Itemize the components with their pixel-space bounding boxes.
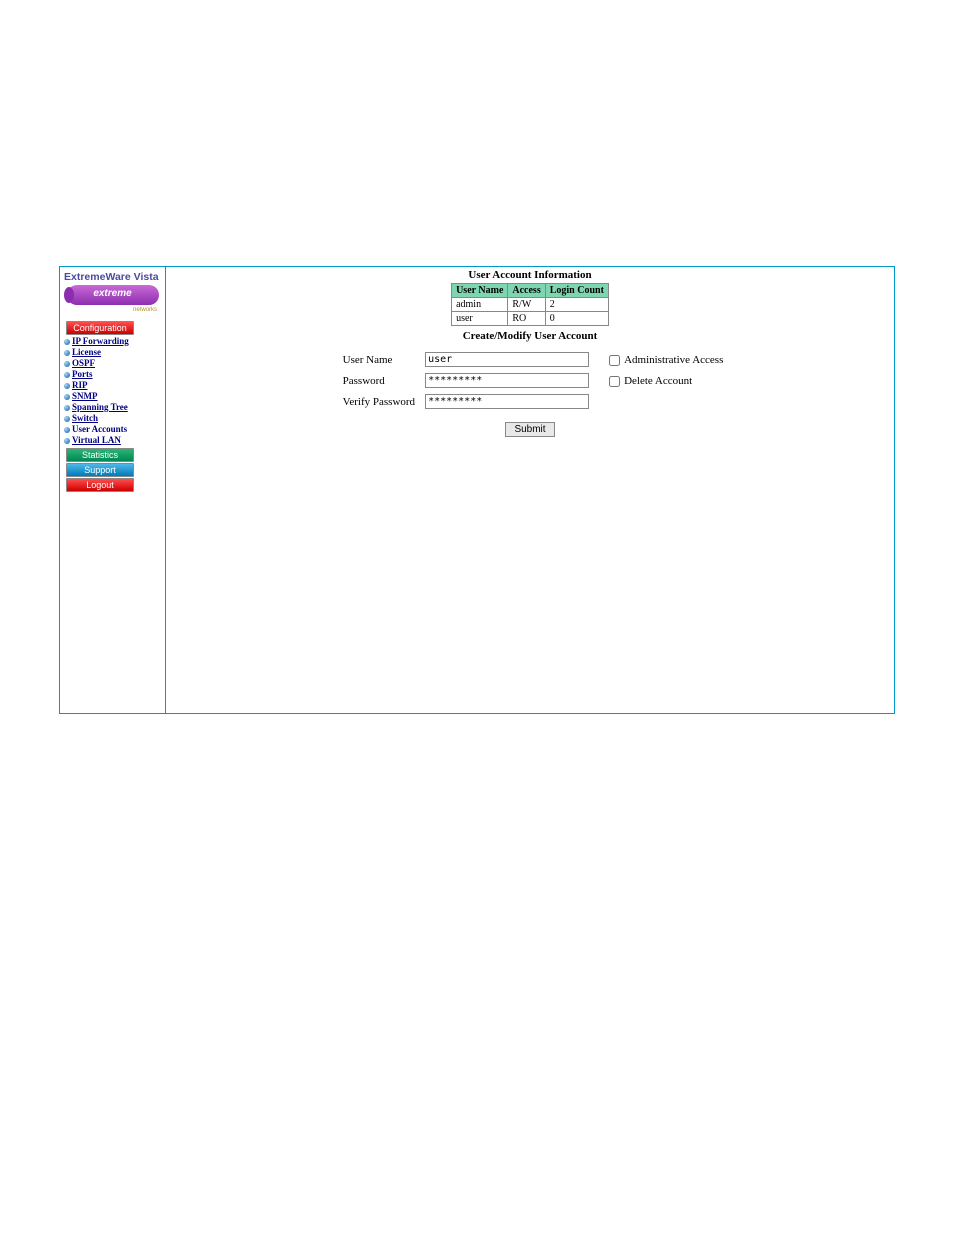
sidebar-item-label: IP Forwarding [72, 336, 129, 347]
password-field[interactable] [425, 373, 589, 388]
logout-button[interactable]: Logout [66, 478, 134, 492]
username-field[interactable] [425, 352, 589, 367]
submit-row: Submit [166, 419, 894, 437]
bullet-icon [64, 416, 70, 422]
label-username: User Name [339, 350, 419, 369]
sidebar-item-label: RIP [72, 380, 88, 391]
sidebar-item-ip-forwarding[interactable]: IP Forwarding [64, 336, 163, 347]
sidebar-item-label: Spanning Tree [72, 402, 128, 413]
sidebar-item-label: Switch [72, 413, 98, 424]
brand-logo-sub: networks [62, 307, 157, 313]
sidebar-item-switch[interactable]: Switch [64, 413, 163, 424]
user-account-form: User Name Password Verify Password Admin… [166, 348, 894, 413]
sidebar-item-label: Ports [72, 369, 93, 380]
table-header-row: User Name Access Login Count [452, 284, 609, 298]
statistics-button[interactable]: Statistics [66, 448, 134, 462]
table-row: admin R/W 2 [452, 298, 609, 312]
cell-access: R/W [508, 298, 545, 312]
sidebar-item-spanning-tree[interactable]: Spanning Tree [64, 402, 163, 413]
verify-password-field[interactable] [425, 394, 589, 409]
sidebar-item-label: OSPF [72, 358, 95, 369]
form-checkboxes: Administrative Access Delete Account [609, 348, 723, 413]
col-user-name: User Name [452, 284, 508, 298]
delete-account-checkbox[interactable] [609, 376, 620, 387]
sidebar-item-label: License [72, 347, 101, 358]
sidebar-item-virtual-lan[interactable]: Virtual LAN [64, 435, 163, 446]
label-password: Password [339, 371, 419, 390]
admin-access-checkbox[interactable] [609, 355, 620, 366]
content-pane: User Account Information User Name Acces… [166, 267, 894, 713]
app-title: ExtremeWare Vista [64, 271, 163, 283]
nav-list: IP Forwarding License OSPF Ports RIP SNM… [64, 336, 163, 446]
bullet-icon [64, 339, 70, 345]
label-verify-password: Verify Password [339, 392, 419, 411]
sidebar-item-license[interactable]: License [64, 347, 163, 358]
table-row: user RO 0 [452, 312, 609, 326]
cell-user: user [452, 312, 508, 326]
cell-user: admin [452, 298, 508, 312]
delete-account-row: Delete Account [609, 372, 723, 390]
submit-button[interactable]: Submit [505, 422, 554, 437]
app-window: ExtremeWare Vista extreme networks Confi… [59, 266, 895, 714]
label-admin-access: Administrative Access [624, 354, 723, 366]
sidebar-item-label: Virtual LAN [72, 435, 121, 446]
support-button[interactable]: Support [66, 463, 134, 477]
brand-logo: extreme [67, 285, 159, 305]
sidebar-item-snmp[interactable]: SNMP [64, 391, 163, 402]
bullet-icon [64, 438, 70, 444]
sidebar: ExtremeWare Vista extreme networks Confi… [60, 267, 166, 713]
col-login-count: Login Count [545, 284, 608, 298]
bullet-icon [64, 383, 70, 389]
col-access: Access [508, 284, 545, 298]
admin-access-row: Administrative Access [609, 351, 723, 369]
sidebar-item-label: User Accounts [72, 424, 127, 435]
configuration-button[interactable]: Configuration [66, 321, 134, 335]
bullet-icon [64, 350, 70, 356]
create-modify-title: Create/Modify User Account [166, 330, 894, 342]
bullet-icon [64, 394, 70, 400]
cell-access: RO [508, 312, 545, 326]
form-fields: User Name Password Verify Password [337, 348, 595, 413]
label-delete-account: Delete Account [624, 375, 692, 387]
bullet-icon [64, 361, 70, 367]
sidebar-item-ospf[interactable]: OSPF [64, 358, 163, 369]
bullet-icon [64, 427, 70, 433]
sidebar-item-user-accounts[interactable]: User Accounts [64, 424, 163, 435]
sidebar-item-ports[interactable]: Ports [64, 369, 163, 380]
sidebar-item-label: SNMP [72, 391, 98, 402]
user-account-table: User Name Access Login Count admin R/W 2… [451, 283, 609, 326]
cell-login: 0 [545, 312, 608, 326]
bullet-icon [64, 372, 70, 378]
sidebar-item-rip[interactable]: RIP [64, 380, 163, 391]
bullet-icon [64, 405, 70, 411]
cell-login: 2 [545, 298, 608, 312]
user-account-info-title: User Account Information [166, 269, 894, 281]
